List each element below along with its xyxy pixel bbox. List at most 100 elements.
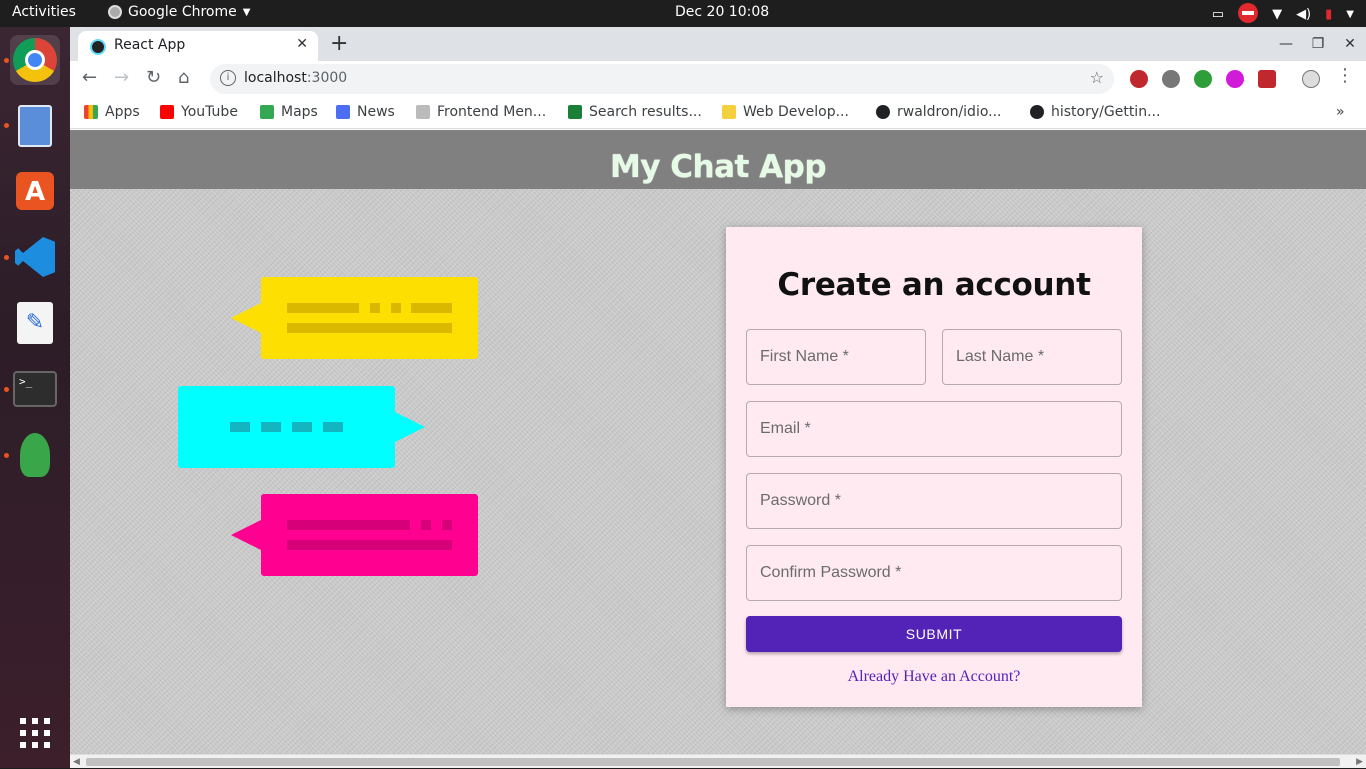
bookmark-frontend-mentor[interactable]: Frontend Men...: [416, 104, 546, 120]
last-name-field[interactable]: [942, 329, 1122, 385]
show-apps-button[interactable]: [10, 708, 60, 758]
dock-chrome[interactable]: [10, 35, 60, 85]
first-name-input[interactable]: [747, 330, 925, 384]
home-button[interactable]: ⌂: [178, 67, 189, 88]
activities-button[interactable]: Activities: [12, 4, 76, 20]
first-name-field[interactable]: [746, 329, 926, 385]
dock-rocket-app[interactable]: [10, 430, 60, 480]
confirm-password-input[interactable]: [747, 546, 1121, 600]
file-cabinet-icon: [18, 105, 52, 147]
site-info-icon[interactable]: i: [220, 70, 236, 86]
email-input[interactable]: [747, 402, 1121, 456]
bookmark-maps[interactable]: Maps: [260, 104, 318, 120]
bookmark-youtube[interactable]: YouTube: [160, 104, 238, 120]
running-indicator: [4, 255, 9, 260]
url-host: localhost: [244, 70, 307, 86]
bug-icon[interactable]: [1162, 70, 1180, 88]
close-tab-icon[interactable]: ✕: [296, 36, 308, 52]
app-header: My Chat App: [70, 130, 1366, 189]
maps-icon: [260, 105, 274, 119]
email-field[interactable]: [746, 401, 1122, 457]
bookmark-star-icon[interactable]: ☆: [1090, 68, 1104, 87]
signup-form: Create an account SUBMIT Already Have an…: [726, 227, 1142, 707]
dock-terminal[interactable]: >_: [10, 364, 60, 414]
browser-toolbar: ← → ↻ ⌂ i localhost:3000 ☆ ⋮: [70, 61, 1366, 97]
bookmark-label: YouTube: [181, 104, 238, 120]
reload-button[interactable]: ↻: [146, 67, 161, 88]
bookmark-label: rwaldron/idio...: [897, 104, 1002, 120]
react-icon: [90, 39, 106, 55]
software-store-icon: A: [16, 172, 54, 210]
bookmark-label: history/Gettin...: [1051, 104, 1161, 120]
bookmark-apps[interactable]: Apps: [84, 104, 140, 120]
minimize-button[interactable]: —: [1270, 27, 1302, 61]
github-icon: [1030, 105, 1044, 119]
app-menu[interactable]: Google Chrome ▼: [108, 4, 250, 20]
system-tray[interactable]: ▭ ▼ ◀) ▮ ▼: [1212, 3, 1354, 24]
maximize-button[interactable]: ❐: [1302, 27, 1334, 61]
frontend-mentor-icon: [416, 105, 430, 119]
chrome-window: React App ✕ + — ❐ ✕ ← → ↻ ⌂ i localhost:…: [70, 27, 1366, 768]
window-controls: — ❐ ✕: [1270, 27, 1366, 61]
github-icon: [876, 105, 890, 119]
news-icon: [336, 105, 350, 119]
dock-software[interactable]: A: [10, 166, 60, 216]
adblock-icon[interactable]: [1130, 70, 1148, 88]
volume-icon: ◀): [1296, 6, 1312, 22]
dock-files[interactable]: [10, 101, 60, 151]
address-bar[interactable]: i localhost:3000 ☆: [210, 64, 1114, 94]
extension-purple-icon[interactable]: [1226, 70, 1244, 88]
confirm-password-field[interactable]: [746, 545, 1122, 601]
chrome-icon: [108, 5, 122, 19]
chat-bubble-pink: [231, 494, 478, 576]
horizontal-scrollbar[interactable]: ◀ ▶: [70, 754, 1366, 768]
tab-react-app[interactable]: React App ✕: [78, 31, 318, 61]
login-link[interactable]: Already Have an Account?: [726, 668, 1142, 686]
power-menu-icon[interactable]: ▼: [1346, 9, 1354, 20]
extension-red-icon[interactable]: [1258, 70, 1276, 88]
do-not-disturb-icon[interactable]: [1238, 3, 1259, 23]
forward-button[interactable]: →: [114, 67, 129, 88]
back-button[interactable]: ←: [82, 67, 97, 88]
tab-title: React App: [114, 37, 186, 53]
more-bookmarks-button[interactable]: »: [1336, 104, 1345, 120]
scroll-left-icon[interactable]: ◀: [73, 755, 80, 769]
app-grid-icon: [20, 718, 50, 748]
bookmark-rwaldron[interactable]: rwaldron/idio...: [876, 104, 1002, 120]
scroll-right-icon[interactable]: ▶: [1356, 755, 1363, 769]
new-tab-button[interactable]: +: [330, 31, 348, 56]
password-input[interactable]: [747, 474, 1121, 528]
screenshot-icon[interactable]: ▭: [1212, 7, 1224, 22]
close-window-button[interactable]: ✕: [1334, 27, 1366, 61]
more-menu-icon[interactable]: ⋮: [1336, 65, 1354, 86]
tree-icon[interactable]: [1194, 70, 1212, 88]
bookmark-label: Maps: [281, 104, 318, 120]
profile-avatar-icon[interactable]: [1302, 70, 1320, 88]
bookmark-label: Search results...: [589, 104, 702, 120]
dock-text-editor[interactable]: ✎: [10, 298, 60, 348]
running-indicator: [4, 58, 9, 63]
dock-vscode[interactable]: [10, 232, 60, 282]
scrollbar-thumb[interactable]: [86, 758, 1340, 766]
running-indicator: [4, 453, 9, 458]
last-name-input[interactable]: [943, 330, 1121, 384]
chrome-icon: [13, 38, 57, 82]
bookmark-search-results[interactable]: Search results...: [568, 104, 702, 120]
bookmark-news[interactable]: News: [336, 104, 395, 120]
url-port: :3000: [306, 70, 348, 86]
bookmarks-bar: Apps YouTube Maps News Frontend Men... S…: [70, 97, 1366, 129]
bookmark-web-develop[interactable]: Web Develop...: [722, 104, 849, 120]
password-field[interactable]: [746, 473, 1122, 529]
bookmark-label: Apps: [105, 104, 140, 120]
app-title: My Chat App: [609, 149, 827, 185]
rocket-icon: [20, 433, 50, 477]
bookmark-label: Frontend Men...: [437, 104, 547, 120]
chevron-right-icon: »: [1336, 104, 1345, 120]
chat-bubble-cyan: [178, 386, 425, 468]
submit-button[interactable]: SUBMIT: [746, 616, 1122, 652]
app-menu-label: Google Chrome: [128, 4, 237, 20]
running-indicator: [4, 123, 9, 128]
bookmark-history[interactable]: history/Gettin...: [1030, 104, 1160, 120]
clock[interactable]: Dec 20 10:08: [675, 4, 769, 20]
battery-icon: ▮: [1325, 6, 1333, 22]
